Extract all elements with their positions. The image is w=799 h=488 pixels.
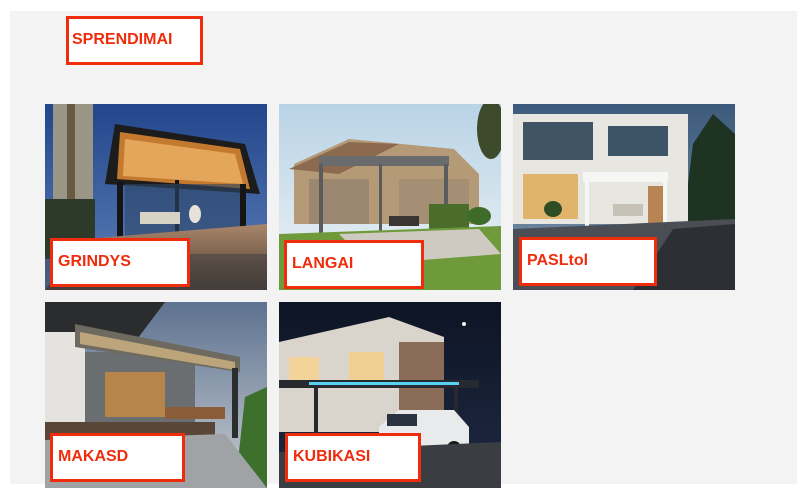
solution-tile-pasltol[interactable]: PASLtol	[513, 104, 735, 290]
tile-label[interactable]: KUBIKASI	[285, 433, 421, 482]
solution-tile-langai[interactable]: LANGAI	[279, 104, 501, 290]
solution-tile-makasd[interactable]: MAKASD	[45, 302, 267, 488]
solution-tile-kubikasi[interactable]: KUBIKASI	[279, 302, 501, 488]
section-title: SPRENDIMAI	[66, 16, 203, 65]
tile-label[interactable]: MAKASD	[50, 433, 185, 482]
tile-label[interactable]: LANGAI	[284, 240, 424, 289]
tile-label[interactable]: PASLtol	[519, 237, 657, 286]
solution-tile-grindys[interactable]: GRINDYS	[45, 104, 267, 290]
tile-label[interactable]: GRINDYS	[50, 238, 190, 287]
